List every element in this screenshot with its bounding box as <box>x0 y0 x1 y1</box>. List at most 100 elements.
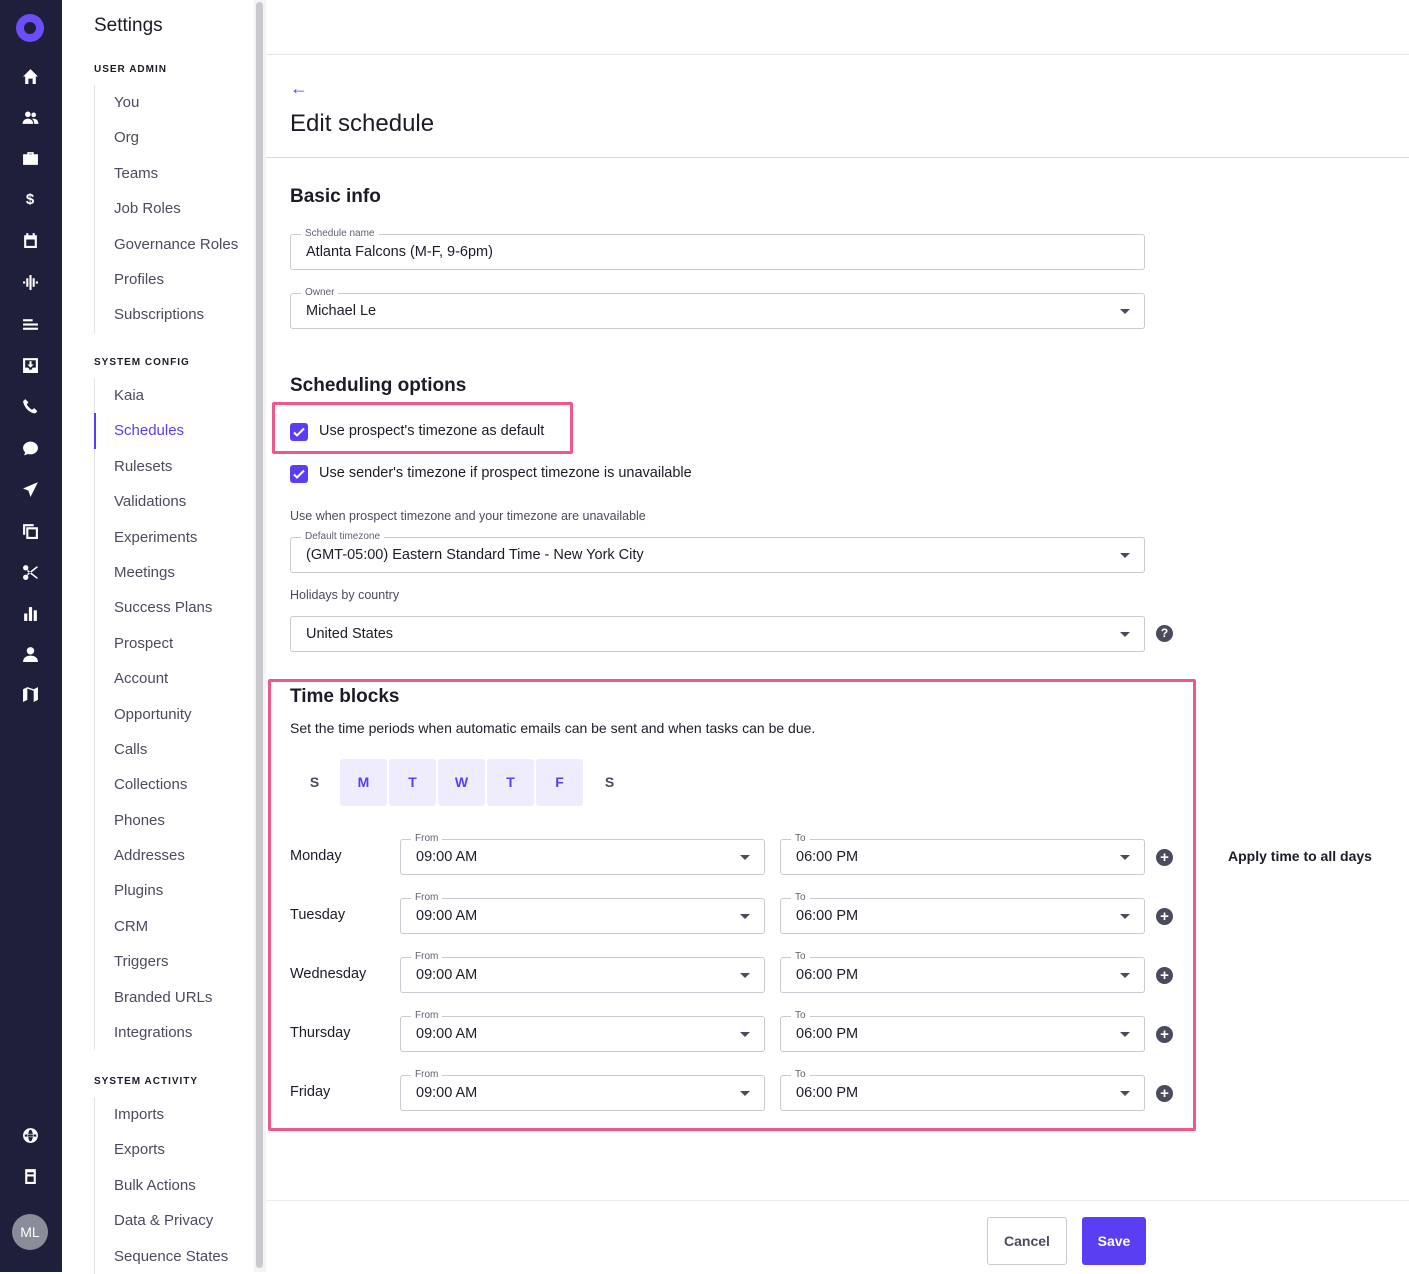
from-time-select[interactable]: From 09:00 AM <box>400 951 765 993</box>
sidebar-item-bulk-actions[interactable]: Bulk Actions <box>95 1168 228 1203</box>
map-icon[interactable] <box>19 683 41 705</box>
phone-icon[interactable] <box>19 395 41 417</box>
sidebar-item-profiles[interactable]: Profiles <box>95 262 238 297</box>
sidebar-item-exports[interactable]: Exports <box>95 1132 228 1167</box>
prospect-timezone-checkbox[interactable] <box>290 423 308 441</box>
sidebar-item-org[interactable]: Org <box>95 120 238 155</box>
sidebar-scrollbar[interactable] <box>254 0 266 1272</box>
sidebar-item-validations[interactable]: Validations <box>95 484 212 519</box>
sidebar-item-imports[interactable]: Imports <box>95 1097 228 1132</box>
sidebar-item-meetings[interactable]: Meetings <box>95 555 212 590</box>
icon-rail: $ ML <box>0 0 62 1272</box>
from-time-select[interactable]: From 09:00 AM <box>400 1069 765 1111</box>
dollar-icon[interactable]: $ <box>19 188 41 210</box>
from-time-select[interactable]: From 09:00 AM <box>400 833 765 875</box>
sidebar-item-calls[interactable]: Calls <box>95 732 212 767</box>
sidebar-item-schedules[interactable]: Schedules <box>94 413 212 449</box>
save-button[interactable]: Save <box>1082 1217 1146 1265</box>
home-icon[interactable] <box>19 65 41 87</box>
from-time-select[interactable]: From 09:00 AM <box>400 892 765 934</box>
back-arrow-icon[interactable]: ← <box>290 78 308 99</box>
sidebar-item-rulesets[interactable]: Rulesets <box>95 449 212 484</box>
holidays-select[interactable]: United States <box>290 616 1145 652</box>
sidebar-item-data-privacy[interactable]: Data & Privacy <box>95 1203 228 1238</box>
to-time-value: 06:00 PM <box>796 967 859 983</box>
sidebar-item-experiments[interactable]: Experiments <box>95 520 212 555</box>
apply-time-all-days-link[interactable]: Apply time to all days <box>1228 848 1372 864</box>
sidebar-item-kaia[interactable]: Kaia <box>95 378 212 413</box>
system-activity-heading: SYSTEM ACTIVITY <box>94 1076 199 1087</box>
list-icon[interactable] <box>19 313 41 335</box>
sidebar-item-success-plans[interactable]: Success Plans <box>95 590 212 625</box>
default-timezone-select[interactable]: Default timezone (GMT-05:00) Eastern Sta… <box>290 531 1145 573</box>
day-tab-friday[interactable]: F <box>536 759 583 806</box>
badge-icon[interactable] <box>19 1165 41 1187</box>
sidebar-item-integrations[interactable]: Integrations <box>95 1015 212 1050</box>
day-label-wednesday: Wednesday <box>290 966 367 982</box>
add-time-block-icon[interactable]: + <box>1156 908 1173 925</box>
sidebar-item-governance-roles[interactable]: Governance Roles <box>95 227 238 262</box>
sidebar-item-you[interactable]: You <box>95 85 238 120</box>
sender-timezone-checkbox[interactable] <box>290 465 308 483</box>
calendar-icon[interactable] <box>19 229 41 251</box>
sidebar-item-sequence-states[interactable]: Sequence States <box>95 1239 228 1274</box>
holidays-label: Holidays by country <box>290 588 400 602</box>
from-time-select[interactable]: From 09:00 AM <box>400 1010 765 1052</box>
to-time-select[interactable]: To 06:00 PM <box>780 1010 1145 1052</box>
cancel-button[interactable]: Cancel <box>987 1217 1067 1265</box>
sidebar-item-phones[interactable]: Phones <box>95 803 212 838</box>
prospect-timezone-label: Use prospect's timezone as default <box>319 423 545 439</box>
add-time-block-icon[interactable]: + <box>1156 1085 1173 1102</box>
to-time-select[interactable]: To 06:00 PM <box>780 951 1145 993</box>
add-time-block-icon[interactable]: + <box>1156 967 1173 984</box>
day-tab-sunday[interactable]: S <box>291 759 338 806</box>
sidebar-item-collections[interactable]: Collections <box>95 767 212 802</box>
inbox-icon[interactable] <box>19 354 41 376</box>
from-time-value: 09:00 AM <box>416 1026 478 1042</box>
avatar[interactable]: ML <box>12 1214 48 1250</box>
waveform-icon[interactable] <box>19 271 41 293</box>
to-time-select[interactable]: To 06:00 PM <box>780 833 1145 875</box>
sidebar-item-prospect[interactable]: Prospect <box>95 626 212 661</box>
day-tab-monday[interactable]: M <box>340 759 387 806</box>
owner-value: Michael Le <box>306 303 377 319</box>
sidebar-item-job-roles[interactable]: Job Roles <box>95 191 238 226</box>
add-time-block-icon[interactable]: + <box>1156 849 1173 866</box>
sidebar-item-opportunity[interactable]: Opportunity <box>95 697 212 732</box>
schedule-name-field[interactable]: Schedule name Atlanta Falcons (M-F, 9-6p… <box>290 228 1145 270</box>
day-tab-wednesday[interactable]: W <box>438 759 485 806</box>
day-tab-saturday[interactable]: S <box>586 759 633 806</box>
from-label: From <box>411 833 443 844</box>
help-icon[interactable]: ? <box>1156 625 1173 642</box>
logo-icon[interactable] <box>16 14 44 42</box>
chevron-down-icon <box>740 1032 750 1037</box>
copy-icon[interactable] <box>19 520 41 542</box>
sidebar-item-teams[interactable]: Teams <box>95 156 238 191</box>
sidebar-item-account[interactable]: Account <box>95 661 212 696</box>
scrollbar-thumb[interactable] <box>256 2 263 1268</box>
send-icon[interactable] <box>19 478 41 500</box>
chat-icon[interactable] <box>19 437 41 459</box>
globe-icon[interactable] <box>19 1124 41 1146</box>
chevron-down-icon <box>740 855 750 860</box>
from-time-value: 09:00 AM <box>416 1085 478 1101</box>
system-config-heading: SYSTEM CONFIG <box>94 357 190 368</box>
people-icon[interactable] <box>19 106 41 128</box>
sidebar-item-triggers[interactable]: Triggers <box>95 944 212 979</box>
sidebar-item-subscriptions[interactable]: Subscriptions <box>95 297 238 332</box>
day-tab-thursday[interactable]: T <box>487 759 534 806</box>
scissors-icon[interactable] <box>19 561 41 583</box>
sidebar-item-addresses[interactable]: Addresses <box>95 838 212 873</box>
bar-chart-icon[interactable] <box>19 602 41 624</box>
briefcase-icon[interactable] <box>19 147 41 169</box>
fallback-hint: Use when prospect timezone and your time… <box>290 509 646 523</box>
owner-select[interactable]: Owner Michael Le <box>290 287 1145 329</box>
to-time-select[interactable]: To 06:00 PM <box>780 1069 1145 1111</box>
sidebar-item-plugins[interactable]: Plugins <box>95 873 212 908</box>
add-time-block-icon[interactable]: + <box>1156 1026 1173 1043</box>
person-icon[interactable] <box>19 643 41 665</box>
to-time-select[interactable]: To 06:00 PM <box>780 892 1145 934</box>
day-tab-tuesday[interactable]: T <box>389 759 436 806</box>
sidebar-item-crm[interactable]: CRM <box>95 909 212 944</box>
sidebar-item-branded-urls[interactable]: Branded URLs <box>95 980 212 1015</box>
